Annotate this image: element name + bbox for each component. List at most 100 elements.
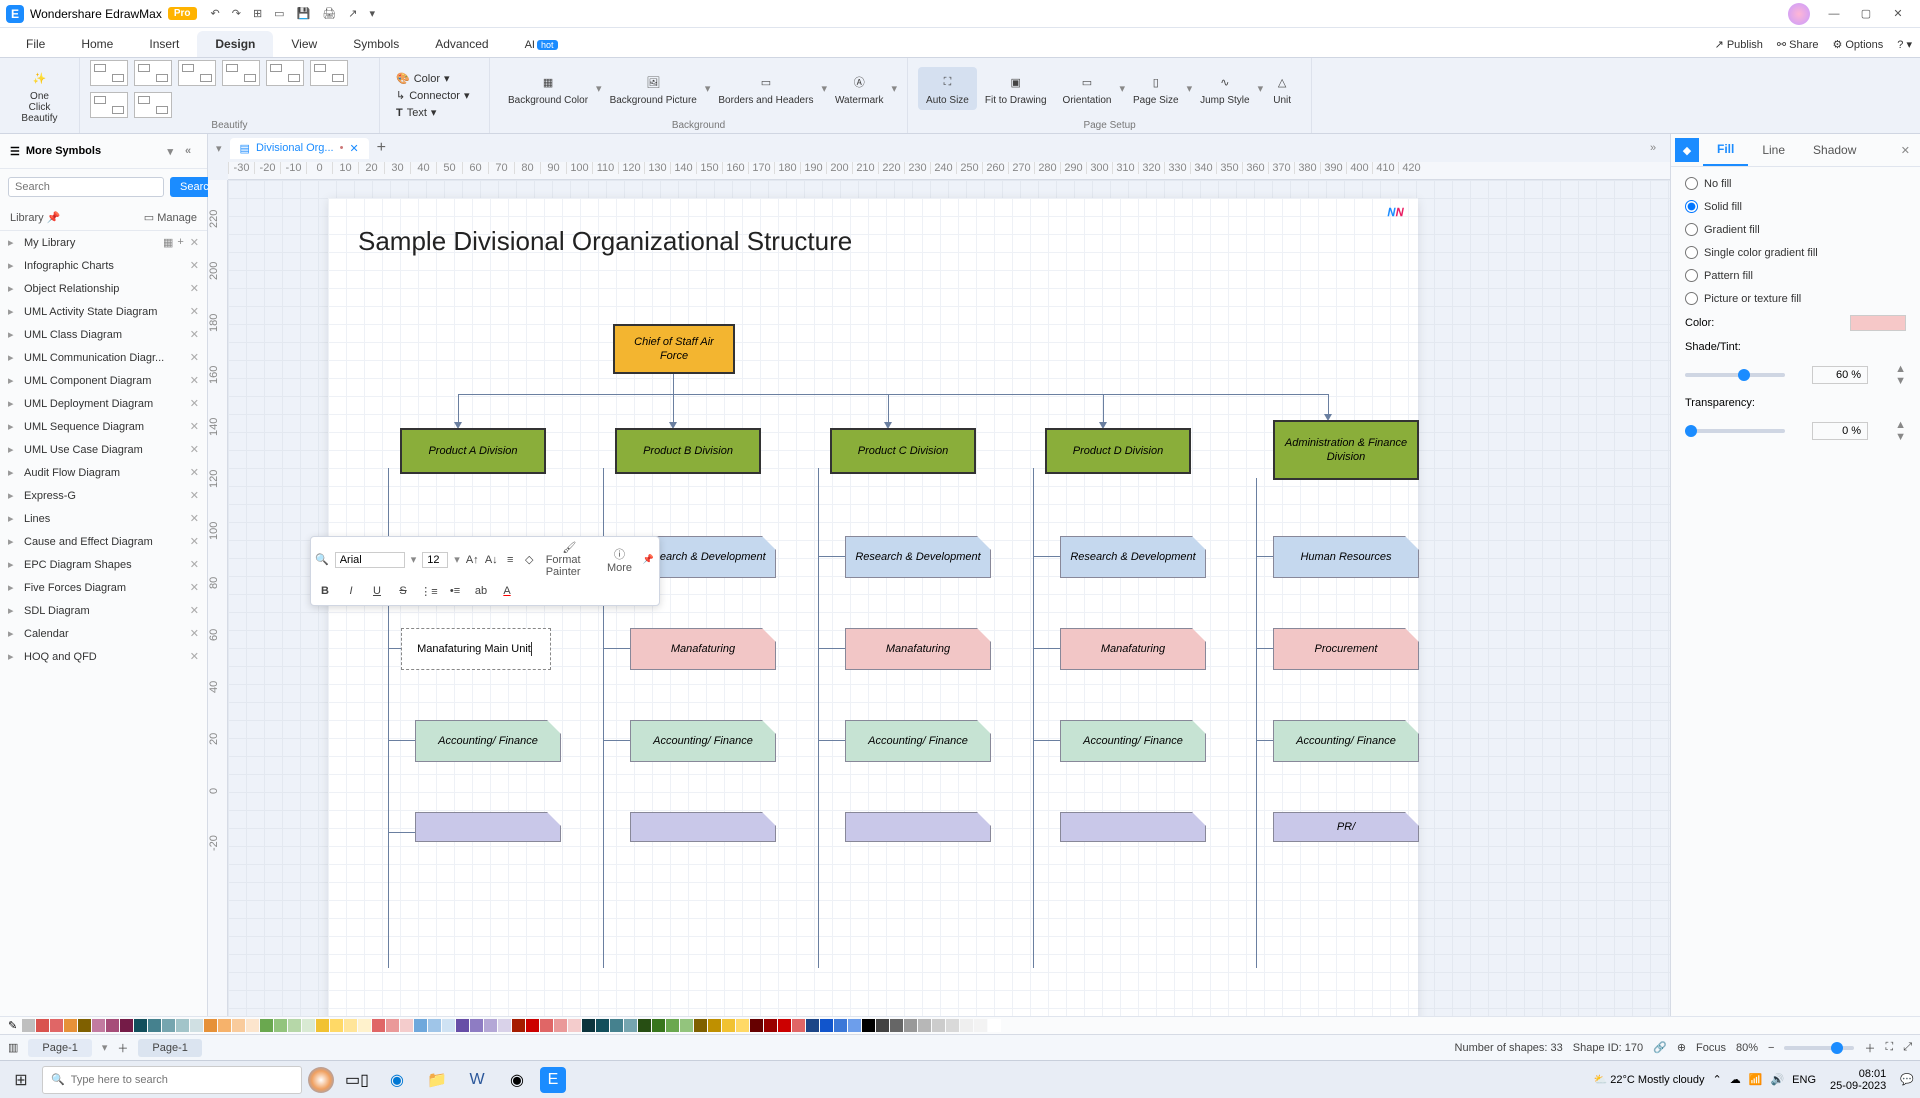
theme-thumb[interactable] [310, 60, 348, 86]
org-box-div[interactable]: Product B Division [615, 428, 761, 474]
palette-swatch[interactable] [596, 1019, 609, 1032]
palette-swatch[interactable] [666, 1019, 679, 1032]
palette-swatch[interactable] [442, 1019, 455, 1032]
zoom-out-icon[interactable]: − [1768, 1042, 1774, 1054]
remove-icon[interactable]: ✕ [190, 305, 199, 318]
palette-swatch[interactable] [246, 1019, 259, 1032]
pin-icon[interactable]: 📌 [642, 550, 655, 570]
org-sub-mf[interactable]: Manafaturing [1060, 628, 1206, 670]
bold-icon[interactable]: B [315, 581, 335, 601]
remove-icon[interactable]: ✕ [190, 282, 199, 295]
palette-swatch[interactable] [190, 1019, 203, 1032]
palette-swatch[interactable] [498, 1019, 511, 1032]
help-icon[interactable]: ? ▾ [1897, 38, 1912, 51]
library-item[interactable]: ▸UML Deployment Diagram✕ [0, 392, 207, 415]
autosize-button[interactable]: ⛶Auto Size [918, 67, 977, 110]
menu-advanced[interactable]: Advanced [417, 31, 506, 57]
palette-swatch[interactable] [582, 1019, 595, 1032]
jumpstyle-button[interactable]: ∿Jump Style [1192, 67, 1257, 110]
italic-icon[interactable]: I [341, 581, 361, 601]
org-sub-af[interactable]: Accounting/ Finance [1273, 720, 1419, 762]
plus-icon[interactable]: + [177, 236, 183, 249]
library-item[interactable]: ▸Express-G✕ [0, 484, 207, 507]
pages-icon[interactable]: ▥ [8, 1041, 18, 1054]
palette-swatch[interactable] [638, 1019, 651, 1032]
org-sub-af[interactable]: Accounting/ Finance [415, 720, 561, 762]
theme-thumb[interactable] [222, 60, 260, 86]
library-item[interactable]: ▸SDL Diagram✕ [0, 599, 207, 622]
org-box-div[interactable]: Product D Division [1045, 428, 1191, 474]
remove-icon[interactable]: ✕ [190, 604, 199, 617]
palette-swatch[interactable] [344, 1019, 357, 1032]
palette-swatch[interactable] [624, 1019, 637, 1032]
menu-design[interactable]: Design [197, 31, 273, 57]
library-item[interactable]: ▸My Library▦+✕ [0, 231, 207, 254]
palette-swatch[interactable] [904, 1019, 917, 1032]
org-sub-hr[interactable]: Human Resources [1273, 536, 1419, 578]
library-item[interactable]: ▸Five Forces Diagram✕ [0, 576, 207, 599]
publish-button[interactable]: ↗ Publish [1715, 38, 1763, 51]
theme-color-button[interactable]: 🎨Color ▾ [390, 70, 479, 87]
page-tab[interactable]: Page-1 [138, 1039, 201, 1057]
focus-button[interactable]: Focus [1696, 1042, 1726, 1054]
theme-thumb[interactable] [134, 60, 172, 86]
palette-swatch[interactable] [694, 1019, 707, 1032]
palette-swatch[interactable] [316, 1019, 329, 1032]
palette-swatch[interactable] [540, 1019, 553, 1032]
palette-swatch[interactable] [302, 1019, 315, 1032]
palette-swatch[interactable] [428, 1019, 441, 1032]
stepper-down-icon[interactable]: ▼ [1895, 431, 1906, 443]
theme-thumb[interactable] [178, 60, 216, 86]
remove-icon[interactable]: ✕ [190, 259, 199, 272]
palette-swatch[interactable] [78, 1019, 91, 1032]
shade-value[interactable]: 60 % [1812, 366, 1868, 384]
library-item[interactable]: ▸HOQ and QFD✕ [0, 645, 207, 668]
palette-swatch[interactable] [610, 1019, 623, 1032]
grid-icon[interactable]: ▦ [163, 236, 173, 249]
remove-icon[interactable]: ✕ [190, 374, 199, 387]
library-item[interactable]: ▸UML Class Diagram✕ [0, 323, 207, 346]
theme-thumb[interactable] [90, 92, 128, 118]
opt-picture[interactable]: Picture or texture fill [1685, 292, 1906, 305]
palette-swatch[interactable] [400, 1019, 413, 1032]
library-item[interactable]: ▸UML Communication Diagr...✕ [0, 346, 207, 369]
menu-home[interactable]: Home [63, 31, 131, 57]
org-sub-af[interactable]: Accounting/ Finance [1060, 720, 1206, 762]
org-sub-pr[interactable] [1060, 812, 1206, 842]
bg-color-button[interactable]: ▦Background Color [500, 67, 596, 110]
palette-swatch[interactable] [960, 1019, 973, 1032]
org-sub-proc[interactable]: Procurement [1273, 628, 1419, 670]
remove-icon[interactable]: ✕ [190, 443, 199, 456]
minimize-button[interactable]: — [1818, 8, 1850, 20]
palette-swatch[interactable] [918, 1019, 931, 1032]
remove-icon[interactable]: ✕ [190, 581, 199, 594]
new-icon[interactable]: ⊞ [253, 7, 262, 20]
theme-connector-button[interactable]: ↳Connector ▾ [390, 87, 479, 104]
options-button[interactable]: ⚙ Options [1833, 38, 1884, 51]
library-item[interactable]: ▸Audit Flow Diagram✕ [0, 461, 207, 484]
library-item[interactable]: ▸EPC Diagram Shapes✕ [0, 553, 207, 576]
pagesize-button[interactable]: ▯Page Size [1125, 67, 1187, 110]
org-sub-pr[interactable] [845, 812, 991, 842]
library-item[interactable]: ▸Cause and Effect Diagram✕ [0, 530, 207, 553]
export-icon[interactable]: ↗ [348, 7, 357, 20]
stepper-down-icon[interactable]: ▼ [1895, 375, 1906, 387]
watermark-button[interactable]: ⒶWatermark [827, 67, 892, 110]
palette-swatch[interactable] [988, 1019, 1001, 1032]
opt-singlegradient[interactable]: Single color gradient fill [1685, 246, 1906, 259]
remove-icon[interactable]: ✕ [190, 236, 199, 249]
palette-swatch[interactable] [820, 1019, 833, 1032]
palette-swatch[interactable] [120, 1019, 133, 1032]
palette-swatch[interactable] [974, 1019, 987, 1032]
palette-swatch[interactable] [330, 1019, 343, 1032]
add-page-button[interactable]: ＋ [117, 1040, 128, 1056]
remove-icon[interactable]: ✕ [190, 489, 199, 502]
remove-icon[interactable]: ✕ [190, 420, 199, 433]
zoom-in-icon[interactable]: ＋ [1864, 1040, 1875, 1056]
theme-gallery[interactable] [90, 60, 350, 118]
palette-swatch[interactable] [456, 1019, 469, 1032]
search-icon[interactable]: 🔍 [315, 550, 329, 570]
more-qat-icon[interactable]: ▾ [369, 7, 375, 20]
palette-swatch[interactable] [862, 1019, 875, 1032]
remove-icon[interactable]: ✕ [190, 512, 199, 525]
